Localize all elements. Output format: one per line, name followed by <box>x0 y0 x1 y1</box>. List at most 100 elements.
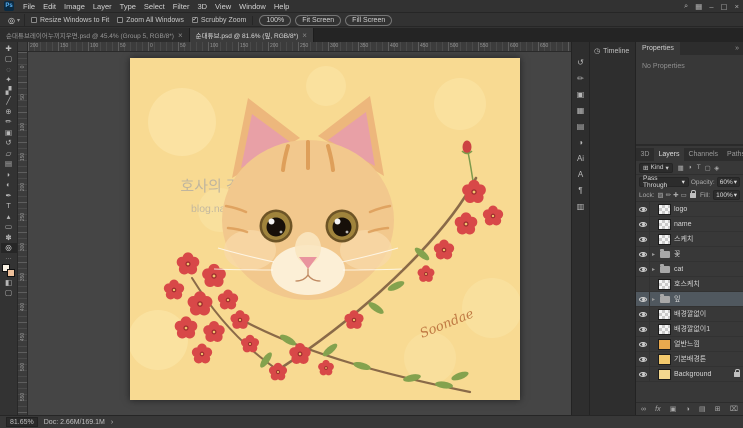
clone-source-panel-icon[interactable]: ▣ <box>573 86 589 102</box>
adjustment-layer-filter-icon[interactable]: ◑ <box>686 164 694 172</box>
libraries-panel-icon[interactable]: Ai <box>573 150 589 166</box>
fill-screen-button[interactable]: Fill Screen <box>345 14 393 26</box>
option-checkbox-3[interactable]: ✓ Scrubby Zoom <box>191 17 246 24</box>
menu-3d[interactable]: 3D <box>193 2 211 11</box>
menu-filter[interactable]: Filter <box>169 2 194 11</box>
group-caret-icon[interactable]: ▸ <box>650 251 657 258</box>
navigator-panel-icon[interactable]: ▥ <box>573 198 589 214</box>
layer-row-12[interactable]: Background <box>636 367 743 382</box>
shape-tool[interactable]: ▭ <box>1 222 17 233</box>
close-icon[interactable]: × <box>735 2 739 11</box>
move-tool[interactable]: ✚ <box>1 43 17 54</box>
visibility-toggle[interactable] <box>636 352 650 366</box>
tab-channels[interactable]: Channels <box>684 148 723 161</box>
option-checkbox-1[interactable]: Resize Windows to Fit <box>31 17 109 24</box>
visibility-toggle[interactable] <box>636 247 650 261</box>
layer-row-8[interactable]: 배경깔없이 <box>636 307 743 322</box>
layer-row-5[interactable]: ▸ cat <box>636 262 743 277</box>
zoom-level-input[interactable]: 81.65% <box>6 417 38 427</box>
brushes-panel-icon[interactable]: ✏ <box>573 70 589 86</box>
layer-row-11[interactable]: 기본배경톤 <box>636 352 743 367</box>
edit-toolbar-icon[interactable]: … <box>5 254 12 261</box>
eraser-tool[interactable]: ▱ <box>1 148 17 159</box>
pixel-layer-filter-icon[interactable]: ▦ <box>677 164 685 172</box>
lock-position-icon[interactable]: ✚ <box>673 191 678 199</box>
patterns-panel-icon[interactable]: ▤ <box>573 118 589 134</box>
pen-tool[interactable]: ✒ <box>1 190 17 201</box>
lasso-tool[interactable]: ◌ <box>1 64 17 75</box>
group-caret-icon[interactable]: ▸ <box>650 296 657 303</box>
layer-row-2[interactable]: name <box>636 217 743 232</box>
visibility-toggle[interactable] <box>636 202 650 216</box>
visibility-toggle[interactable] <box>636 232 650 246</box>
layer-effects-icon[interactable]: fx <box>655 406 660 413</box>
new-group-icon[interactable]: ▤ <box>699 405 706 413</box>
blur-tool[interactable]: ◗ <box>1 169 17 180</box>
timeline-panel-button[interactable]: ◷ Timeline <box>590 45 635 57</box>
smart-object-filter-icon[interactable]: ◈ <box>713 164 721 172</box>
menu-file[interactable]: File <box>19 2 39 11</box>
link-layers-icon[interactable]: ∞ <box>641 406 646 413</box>
background-color-swatch[interactable] <box>7 269 15 277</box>
menu-image[interactable]: Image <box>60 2 89 11</box>
opacity-input[interactable]: 60% ▾ <box>716 177 740 187</box>
swatches-panel-icon[interactable]: ▦ <box>573 102 589 118</box>
type-layer-filter-icon[interactable]: T <box>695 164 703 172</box>
dodge-tool[interactable]: ◐ <box>1 180 17 191</box>
option-checkbox-2[interactable]: Zoom All Windows <box>117 17 184 24</box>
marquee-tool[interactable]: ▢ <box>1 54 17 65</box>
layer-row-3[interactable]: 스케치 <box>636 232 743 247</box>
quick-mask-button[interactable]: ◧ <box>1 277 17 288</box>
paragraph-panel-icon[interactable]: ¶ <box>573 182 589 198</box>
lock-artboard-icon[interactable]: ▭ <box>681 191 687 199</box>
close-tab-icon[interactable]: × <box>178 31 183 40</box>
menu-view[interactable]: View <box>211 2 235 11</box>
adjustment-layer-icon[interactable]: ◑ <box>686 406 690 413</box>
collapse-panels-icon[interactable]: » <box>735 42 743 55</box>
menu-window[interactable]: Window <box>235 2 270 11</box>
100--button[interactable]: 100% <box>259 14 292 26</box>
eyedropper-tool[interactable]: ╱ <box>1 96 17 107</box>
gradient-tool[interactable]: ▤ <box>1 159 17 170</box>
adjustments-panel-icon[interactable]: ◑ <box>573 134 589 150</box>
delete-layer-icon[interactable]: ⌧ <box>730 405 738 413</box>
path-selection-tool[interactable]: ▴ <box>1 211 17 222</box>
fit-screen-button[interactable]: Fit Screen <box>295 14 342 26</box>
layer-row-4[interactable]: ▸ 꽃 <box>636 247 743 262</box>
visibility-toggle[interactable] <box>636 337 650 351</box>
canvas-document[interactable]: 호사의 감각 - 호랑Lab blog.naver.com/mmm429 <box>130 58 520 400</box>
visibility-toggle[interactable] <box>636 307 650 321</box>
layer-row-6[interactable]: 호스케치 <box>636 277 743 292</box>
visibility-toggle[interactable] <box>636 262 650 276</box>
group-caret-icon[interactable]: ▸ <box>650 266 657 273</box>
visibility-toggle[interactable] <box>636 367 650 381</box>
shape-layer-filter-icon[interactable]: ▢ <box>704 164 712 172</box>
status-arrow-icon[interactable]: › <box>111 419 113 426</box>
lock-all-icon[interactable] <box>689 189 696 198</box>
search-icon[interactable]: ⌕ <box>684 1 688 11</box>
type-tool[interactable]: T <box>1 201 17 212</box>
visibility-toggle[interactable] <box>636 292 650 306</box>
blend-mode-select[interactable]: Pass Through ▾ <box>639 175 689 189</box>
visibility-toggle[interactable] <box>636 217 650 231</box>
layer-row-9[interactable]: 배경깔없이1 <box>636 322 743 337</box>
hand-tool[interactable]: ✽ <box>1 232 17 243</box>
restore-icon[interactable]: ▢ <box>721 2 728 11</box>
clone-stamp-tool[interactable]: ▣ <box>1 127 17 138</box>
menu-type[interactable]: Type <box>116 2 140 11</box>
tab-layers[interactable]: Layers <box>653 148 684 161</box>
visibility-toggle[interactable] <box>636 277 650 291</box>
history-panel-icon[interactable]: ↺ <box>573 54 589 70</box>
tab-properties[interactable]: Properties <box>636 42 680 55</box>
layer-row-10[interactable]: 얼반느낌 <box>636 337 743 352</box>
minimize-icon[interactable]: – <box>709 2 713 11</box>
quick-selection-tool[interactable]: ✦ <box>1 75 17 86</box>
layer-mask-icon[interactable]: ▣ <box>670 405 677 413</box>
kind-filter-select[interactable]: ⊞ Kind ▾ <box>639 162 673 173</box>
document-tab-2[interactable]: 순대튜브.psd @ 81.6% (잎, RGB/8*) × <box>189 28 314 42</box>
fill-input[interactable]: 100% ▾ <box>713 190 740 200</box>
layer-row-7[interactable]: ▸ 잎 <box>636 292 743 307</box>
screen-mode-button[interactable]: ▢ <box>1 288 17 299</box>
zoom-tool[interactable]: ◎ <box>0 242 17 253</box>
menu-help[interactable]: Help <box>270 2 293 11</box>
